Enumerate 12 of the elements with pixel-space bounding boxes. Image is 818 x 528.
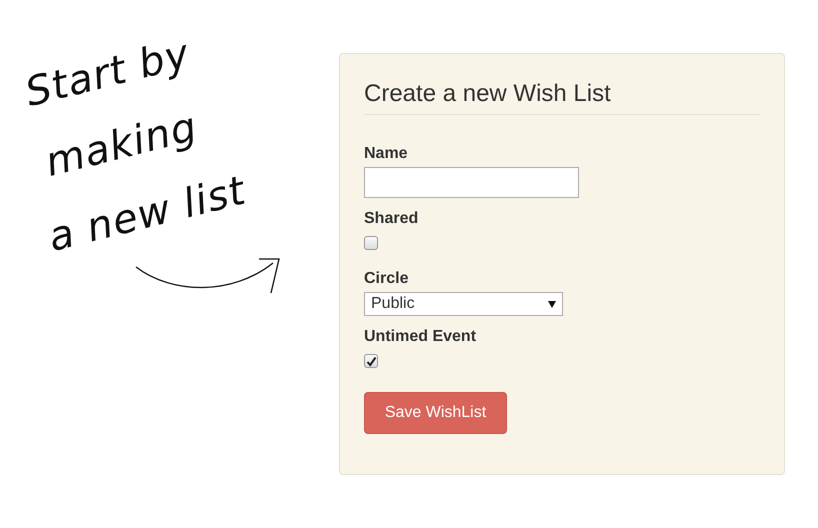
checkbox[interactable] bbox=[364, 354, 378, 368]
handwritten-note: Start by bbox=[20, 30, 195, 116]
field-label: Untimed Event bbox=[364, 328, 478, 346]
field-label: Name bbox=[364, 145, 409, 163]
save-button[interactable]: Save WishList bbox=[364, 392, 507, 434]
checkbox[interactable] bbox=[364, 236, 378, 250]
name-field[interactable] bbox=[364, 167, 579, 198]
caret-icon bbox=[548, 300, 556, 308]
field-label: Circle bbox=[364, 270, 410, 288]
circle-dropdown[interactable]: Public bbox=[364, 292, 563, 316]
form-title: Create a new Wish List bbox=[364, 80, 760, 115]
field-label: Shared bbox=[364, 210, 420, 228]
